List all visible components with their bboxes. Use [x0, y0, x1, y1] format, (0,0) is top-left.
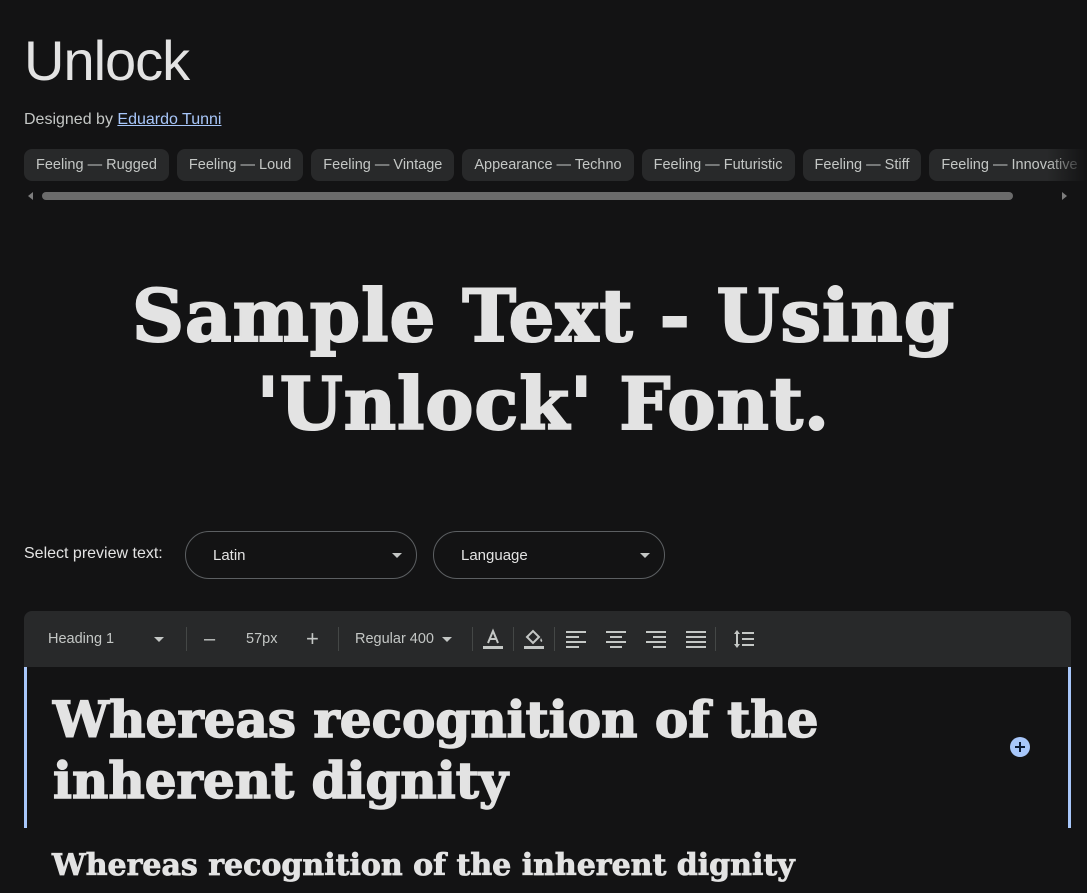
- tags-fade: [1047, 149, 1087, 181]
- script-select[interactable]: Latin: [185, 531, 417, 579]
- editor-toolbar: Heading 1 – 57px + Regular 400: [24, 611, 1071, 667]
- tag-chip[interactable]: Feeling — Vintage: [311, 149, 455, 181]
- scroll-left-arrow-icon[interactable]: [28, 192, 33, 200]
- sample-text-line-1: Sample Text - Using: [131, 272, 956, 359]
- decrease-size-button[interactable]: –: [204, 611, 215, 667]
- tag-chip[interactable]: Appearance — Techno: [462, 149, 634, 181]
- designer-line: Designed by Eduardo Tunni: [24, 111, 221, 129]
- language-select-value: Language: [461, 547, 528, 564]
- designed-by-label: Designed by: [24, 111, 113, 128]
- tag-chip[interactable]: Feeling — Loud: [176, 149, 304, 181]
- designer-link[interactable]: Eduardo Tunni: [117, 111, 221, 128]
- style-select-value: Heading 1: [48, 631, 115, 647]
- toolbar-divider: [554, 627, 555, 651]
- weight-select[interactable]: Regular 400: [355, 611, 452, 667]
- chevron-down-icon: [154, 636, 165, 642]
- add-icon[interactable]: [1010, 737, 1030, 757]
- align-left-icon[interactable]: [564, 627, 588, 651]
- scroll-right-arrow-icon[interactable]: [1062, 192, 1067, 200]
- weight-select-value: Regular 400: [355, 631, 434, 647]
- tag-chip[interactable]: Feeling — Rugged: [24, 149, 169, 181]
- chevron-down-icon: [640, 553, 650, 558]
- editor-body-text[interactable]: Whereas recognition of the inherent dign…: [52, 848, 795, 884]
- toolbar-divider: [338, 627, 339, 651]
- chevron-down-icon: [392, 553, 402, 558]
- align-justify-icon[interactable]: [684, 627, 708, 651]
- align-right-icon[interactable]: [644, 627, 668, 651]
- chevron-down-icon: [442, 636, 452, 642]
- tag-chip[interactable]: Feeling — Stiff: [802, 149, 922, 181]
- editor-heading-text[interactable]: Whereas recognition of the inherent dign…: [52, 689, 953, 811]
- preview-label: Select preview text:: [24, 545, 163, 562]
- toolbar-divider: [186, 627, 187, 651]
- toolbar-divider: [472, 627, 473, 651]
- script-select-value: Latin: [213, 547, 246, 564]
- editor-heading-block[interactable]: Whereas recognition of the inherent dign…: [24, 667, 1071, 828]
- line-height-icon[interactable]: [732, 627, 756, 651]
- sample-text-line-2: 'Unlock' Font.: [256, 360, 831, 447]
- font-title: Unlock: [24, 29, 190, 92]
- tags-scrollbar[interactable]: [24, 190, 1071, 202]
- language-select[interactable]: Language: [433, 531, 665, 579]
- text-color-icon[interactable]: [481, 627, 505, 651]
- toolbar-divider: [513, 627, 514, 651]
- scrollbar-thumb[interactable]: [42, 192, 1013, 200]
- fill-color-icon[interactable]: [522, 627, 546, 651]
- align-center-icon[interactable]: [604, 627, 628, 651]
- toolbar-divider: [715, 627, 716, 651]
- sample-text: Sample Text - Using 'Unlock' Font.: [0, 272, 1087, 448]
- font-size-value[interactable]: 57px: [246, 611, 277, 667]
- style-select[interactable]: Heading 1: [48, 611, 165, 667]
- increase-size-button[interactable]: +: [306, 611, 319, 667]
- tag-chip[interactable]: Feeling — Futuristic: [641, 149, 795, 181]
- tag-list: Feeling — Rugged Feeling — Loud Feeling — …: [24, 149, 1087, 181]
